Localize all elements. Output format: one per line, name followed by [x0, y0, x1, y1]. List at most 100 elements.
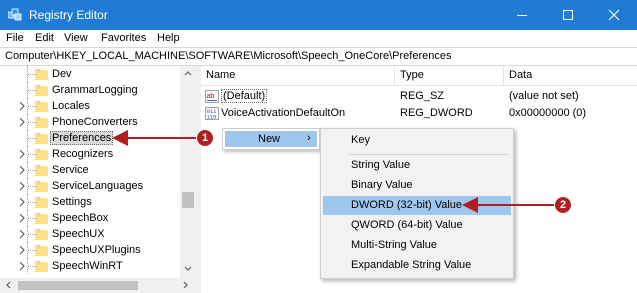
tree-item-label: SpeechWinRT: [52, 260, 123, 272]
folder-icon: [35, 69, 48, 80]
tree-item-dev[interactable]: Dev: [0, 66, 180, 82]
column-header-type[interactable]: Type: [400, 69, 424, 83]
menu-bar: File Edit View Favorites Help: [0, 30, 637, 47]
tree-horizontal-scrollbar[interactable]: [0, 278, 196, 293]
window-title: Registry Editor: [29, 8, 108, 22]
scroll-up-icon[interactable]: [184, 70, 192, 76]
string-value-icon: ab: [205, 90, 219, 103]
folder-icon: [35, 133, 48, 144]
value-type: REG_SZ: [400, 90, 445, 102]
expand-chevron-icon[interactable]: [18, 101, 27, 111]
key-tree[interactable]: Dev GrammarLogging Locales PhoneConverte…: [0, 66, 196, 293]
menu-file[interactable]: File: [6, 32, 24, 44]
tree-item-speechwinrt[interactable]: SpeechWinRT: [0, 258, 180, 274]
scroll-left-icon[interactable]: [5, 281, 11, 289]
minimize-button[interactable]: [499, 0, 545, 30]
tree-vertical-scrollbar[interactable]: [180, 66, 196, 278]
address-bar[interactable]: Computer\HKEY_LOCAL_MACHINE\SOFTWARE\Mic…: [0, 47, 637, 66]
folder-icon: [35, 261, 48, 272]
value-name: VoiceActivationDefaultOn: [221, 107, 346, 119]
chevron-right-icon: ›: [307, 132, 311, 144]
folder-icon: [35, 85, 48, 96]
folder-icon: [35, 245, 48, 256]
tree-item-recognizers[interactable]: Recognizers: [0, 146, 180, 162]
tree-item-phoneconverters[interactable]: PhoneConverters: [0, 114, 180, 130]
tree-item-label: SpeechBox: [52, 212, 109, 224]
expand-chevron-icon[interactable]: [18, 197, 27, 207]
expand-chevron-icon[interactable]: [18, 229, 27, 239]
menu-favorites[interactable]: Favorites: [101, 32, 146, 44]
folder-icon: [35, 213, 48, 224]
column-header-data[interactable]: Data: [509, 69, 532, 83]
expand-chevron-icon[interactable]: [18, 181, 27, 191]
tree-item-service[interactable]: Service: [0, 162, 180, 178]
menu-view[interactable]: View: [64, 32, 88, 44]
context-menu: New ›: [222, 128, 320, 150]
submenu-item-label: Multi-String Value: [351, 239, 437, 251]
submenu-item-binary-value[interactable]: Binary Value: [323, 176, 511, 195]
menu-help[interactable]: Help: [157, 32, 180, 44]
tree-item-label: Settings: [52, 196, 92, 208]
expand-chevron-icon[interactable]: [18, 117, 27, 127]
value-name: (Default): [221, 89, 268, 103]
menu-separator: [349, 154, 509, 155]
menu-item-new[interactable]: New ›: [225, 131, 317, 147]
tree-item-servicelanguages[interactable]: ServiceLanguages: [0, 178, 180, 194]
folder-icon: [35, 101, 48, 112]
column-header-name[interactable]: Name: [206, 69, 235, 83]
submenu-item-string-value[interactable]: String Value: [323, 156, 511, 175]
value-data: 0x00000000 (0): [509, 107, 587, 119]
tree-item-label: Dev: [52, 68, 72, 80]
submenu-item-qword-value[interactable]: QWORD (64-bit) Value: [323, 216, 511, 235]
menu-edit[interactable]: Edit: [35, 32, 54, 44]
registry-editor-icon: [8, 8, 22, 21]
close-button[interactable]: [591, 0, 637, 30]
tree-item-speechbox[interactable]: SpeechBox: [0, 210, 180, 226]
tree-item-settings[interactable]: Settings: [0, 194, 180, 210]
tree-item-preferences[interactable]: Preferences: [0, 130, 180, 146]
submenu-item-expandable-string-value[interactable]: Expandable String Value: [323, 256, 511, 275]
submenu-item-label: Expandable String Value: [351, 259, 472, 271]
expand-chevron-icon[interactable]: [18, 261, 27, 271]
maximize-button[interactable]: [545, 0, 591, 30]
scroll-thumb[interactable]: [18, 281, 138, 290]
expand-chevron-icon[interactable]: [18, 149, 27, 159]
submenu-item-dword-value[interactable]: DWORD (32-bit) Value: [323, 196, 511, 215]
tree-item-grammarlogging[interactable]: GrammarLogging: [0, 82, 180, 98]
minimize-icon: [517, 15, 527, 16]
submenu-item-label: QWORD (64-bit) Value: [351, 219, 463, 231]
close-icon: [608, 9, 620, 21]
value-type: REG_DWORD: [400, 107, 473, 119]
tree-item-label: GrammarLogging: [52, 84, 138, 96]
menu-item-label: New: [258, 133, 281, 145]
folder-icon: [35, 229, 48, 240]
tree-item-speechux[interactable]: SpeechUX: [0, 226, 180, 242]
tree-item-label: Locales: [52, 100, 90, 112]
folder-icon: [35, 149, 48, 160]
tree-item-label: ServiceLanguages: [52, 180, 144, 192]
submenu-item-label: Binary Value: [351, 179, 413, 191]
scroll-right-icon[interactable]: [183, 281, 189, 289]
scroll-down-icon[interactable]: [184, 266, 192, 272]
value-data: (value not set): [509, 90, 579, 102]
submenu-item-label: DWORD (32-bit) Value: [351, 199, 463, 211]
expand-chevron-icon[interactable]: [18, 213, 27, 223]
binary-value-icon: 011 110: [205, 107, 219, 120]
expand-chevron-icon[interactable]: [18, 245, 27, 255]
tree-item-locales[interactable]: Locales: [0, 98, 180, 114]
submenu-item-label: String Value: [351, 159, 411, 171]
tree-item-label: PhoneConverters: [52, 116, 138, 128]
address-path[interactable]: Computer\HKEY_LOCAL_MACHINE\SOFTWARE\Mic…: [5, 50, 451, 62]
submenu-item-key[interactable]: Key: [323, 131, 511, 150]
svg-text:110: 110: [207, 114, 217, 121]
expand-chevron-icon[interactable]: [18, 165, 27, 175]
submenu-item-label: Key: [351, 134, 370, 146]
tree-item-label: Recognizers: [52, 148, 114, 160]
folder-icon: [35, 165, 48, 176]
folder-icon: [35, 117, 48, 128]
tree-item-speechuxplugins[interactable]: SpeechUXPlugins: [0, 242, 180, 258]
submenu-item-multi-string-value[interactable]: Multi-String Value: [323, 236, 511, 255]
value-row[interactable]: 011 110 VoiceActivationDefaultOn REG_DWO…: [201, 105, 637, 122]
value-row[interactable]: ab (Default) REG_SZ (value not set): [201, 88, 637, 105]
scroll-thumb[interactable]: [182, 192, 194, 208]
